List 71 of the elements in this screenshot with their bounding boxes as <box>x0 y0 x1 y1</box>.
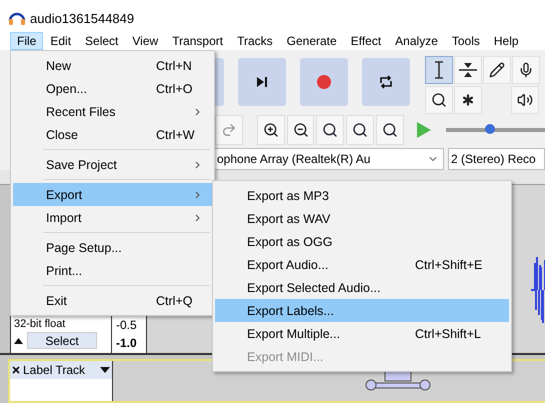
menu-title[interactable]: Tools <box>444 32 487 50</box>
fit-selection-button[interactable] <box>316 115 344 145</box>
zoom-toggle-button[interactable] <box>376 115 404 145</box>
redo-button[interactable] <box>215 115 243 145</box>
input-device-select[interactable]: ophone Array (Realtek(R) Au <box>212 148 444 170</box>
speaker-button[interactable] <box>511 86 539 114</box>
menu-item[interactable]: Import <box>13 206 212 229</box>
menu-title[interactable]: View <box>125 32 166 50</box>
label-track-header[interactable]: Label Track <box>10 361 112 379</box>
waveform-drawing <box>531 255 545 325</box>
menu-item[interactable]: Open... Ctrl+O <box>13 77 212 100</box>
dropdown-icon <box>100 367 110 373</box>
menu-title[interactable]: Tracks <box>230 32 280 50</box>
skip-end-button[interactable] <box>238 58 286 106</box>
zoom-out-icon <box>292 122 308 138</box>
collapse-icon <box>14 338 23 344</box>
slider-thumb[interactable] <box>485 124 496 134</box>
window-title: audio1361544849 <box>30 10 134 26</box>
menu-item[interactable]: Save Project <box>13 153 212 176</box>
fit-project-button[interactable] <box>346 115 374 145</box>
magnifier-icon <box>431 92 447 108</box>
menu-title[interactable]: Analyze <box>388 32 445 50</box>
app-logo-icon <box>8 11 26 25</box>
menu-item[interactable]: Export Selected Audio... <box>215 276 509 299</box>
menu-item[interactable]: Print... <box>13 259 212 282</box>
track-name: Label Track <box>23 363 86 377</box>
scale-label: -1.0 <box>116 336 138 350</box>
menu-title[interactable]: Select <box>78 32 126 50</box>
menu-item[interactable]: Export Multiple... Ctrl+Shift+L <box>215 322 509 345</box>
magnifier-icon <box>382 122 398 138</box>
pencil-icon <box>489 62 505 78</box>
magnifier-icon <box>352 122 368 138</box>
zoom-in-button[interactable] <box>256 115 285 145</box>
zoom-out-button[interactable] <box>286 115 314 145</box>
menu-item[interactable]: Export as WAV <box>215 207 509 230</box>
menu-title[interactable]: Help <box>486 32 526 50</box>
envelope-tool-icon <box>458 61 478 79</box>
play-icon <box>416 121 432 139</box>
menu-item[interactable]: Close Ctrl+W <box>13 123 212 146</box>
redo-icon <box>220 122 237 138</box>
menu-item[interactable]: New Ctrl+N <box>13 54 212 77</box>
zoom-in-icon <box>262 122 279 138</box>
menu-title[interactable]: Generate <box>280 32 344 50</box>
track-format: 32-bit float <box>13 318 66 330</box>
microphone-button[interactable] <box>512 56 540 84</box>
magnifier-icon <box>322 122 338 138</box>
menu-item[interactable]: Export <box>13 183 212 206</box>
menu-item[interactable]: Recent Files <box>13 100 212 123</box>
menu-item[interactable]: Exit Ctrl+Q <box>13 289 212 312</box>
tool-button[interactable] <box>425 56 453 84</box>
record-icon <box>317 75 331 89</box>
loop-icon <box>379 75 393 89</box>
record-button[interactable] <box>300 58 348 106</box>
menu-title[interactable]: Transport <box>165 32 230 50</box>
skip-end-icon <box>256 76 268 88</box>
menu-title[interactable]: Edit <box>43 32 78 50</box>
menu-item[interactable]: Export Labels... <box>215 299 509 322</box>
menu-item[interactable]: Page Setup... <box>13 236 212 259</box>
channels-select[interactable]: 2 (Stereo) Reco <box>448 148 545 170</box>
select-button[interactable]: Select <box>27 332 97 349</box>
microphone-icon <box>518 62 534 78</box>
close-icon <box>12 366 20 374</box>
menu-title[interactable]: Effect <box>344 32 388 50</box>
menu-item[interactable]: Export Audio... Ctrl+Shift+E <box>215 253 509 276</box>
loop-button[interactable] <box>362 58 410 106</box>
menu-item[interactable]: Export as MP3 <box>215 184 509 207</box>
speaker-icon <box>517 92 533 108</box>
scale-label: -0.5 <box>116 318 138 332</box>
text-cursor-icon <box>432 61 446 79</box>
menu-item[interactable]: Export as OGG <box>215 230 509 253</box>
menu-title[interactable]: File <box>10 32 44 50</box>
